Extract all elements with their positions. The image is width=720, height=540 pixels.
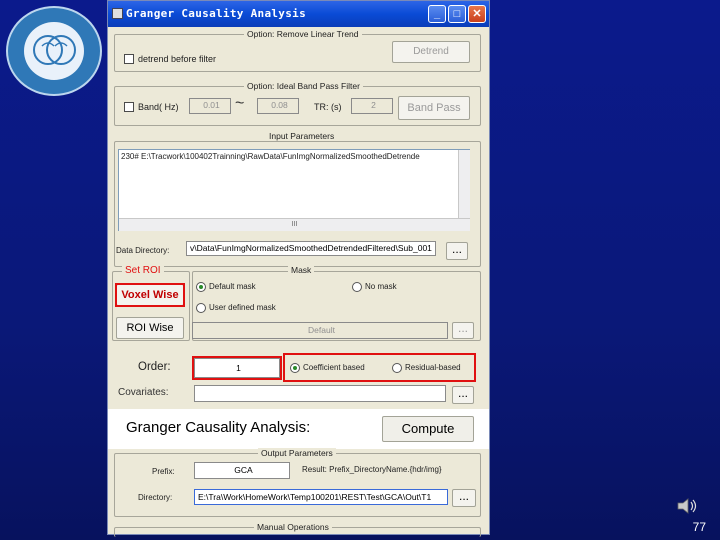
data-directory-browse-button[interactable]: ... <box>446 242 468 260</box>
band-checkbox[interactable] <box>124 102 134 112</box>
bandpass-panel-title: Option: Ideal Band Pass Filter <box>244 81 363 91</box>
user-mask-radio[interactable] <box>196 303 206 313</box>
output-directory-browse-button[interactable]: ... <box>452 489 476 507</box>
compute-title: Granger Causality Analysis: <box>126 419 311 436</box>
institution-logo <box>6 6 102 96</box>
data-directory-label: Data Directory: <box>116 246 170 255</box>
result-pattern-label: Result: Prefix_DirectoryName.{hdr/img} <box>302 465 442 474</box>
output-directory-label: Directory: <box>138 493 173 502</box>
order-highlight <box>192 356 282 380</box>
default-mask-label: Default mask <box>209 282 256 291</box>
output-panel <box>114 453 481 517</box>
window-title: Granger Causality Analysis <box>126 7 306 20</box>
title-bar[interactable]: Granger Causality Analysis _ □ ✕ <box>108 1 489 27</box>
detrend-button[interactable]: Detrend <box>392 41 470 63</box>
set-roi-title: Set ROI <box>122 265 164 276</box>
band-low-input[interactable]: 0.01 <box>189 98 231 114</box>
tr-input[interactable]: 2 <box>351 98 393 114</box>
covariates-browse-button[interactable]: ... <box>452 386 474 404</box>
covariates-input[interactable] <box>194 385 446 402</box>
speaker-icon[interactable] <box>676 496 698 516</box>
default-mask-radio[interactable] <box>196 282 206 292</box>
user-mask-label: User defined mask <box>209 303 276 312</box>
data-directory-input[interactable]: v\Data\FunImgNormalizedSmoothedDetrended… <box>186 241 436 256</box>
bandpass-button[interactable]: Band Pass <box>398 96 470 120</box>
compute-button[interactable]: Compute <box>382 416 474 442</box>
order-label: Order: <box>138 361 171 373</box>
vertical-scrollbar[interactable] <box>458 150 470 218</box>
order-method-highlight <box>283 353 476 382</box>
roi-wise-button[interactable]: ROI Wise <box>116 317 184 339</box>
manual-panel-title: Manual Operations <box>254 522 332 532</box>
no-mask-label: No mask <box>365 282 397 291</box>
app-icon <box>112 8 123 19</box>
detrend-panel-title: Option: Remove Linear Trend <box>244 29 362 39</box>
compute-bar: Granger Causality Analysis: Compute <box>108 409 489 449</box>
detrend-checkbox[interactable] <box>124 54 134 64</box>
mask-panel-title: Mask <box>288 265 315 275</box>
maximize-button[interactable]: □ <box>448 5 466 23</box>
minimize-button[interactable]: _ <box>428 5 446 23</box>
band-checkbox-label: Band( Hz) <box>138 102 179 112</box>
voxel-wise-highlight <box>115 283 185 307</box>
mask-browse-button[interactable]: ... <box>452 322 474 339</box>
subject-list[interactable]: 230# E:\Tracwork\100402Trainning\RawData… <box>118 149 470 231</box>
input-panel-title: Input Parameters <box>266 131 338 141</box>
gca-window: Granger Causality Analysis _ □ ✕ Option:… <box>107 0 490 537</box>
band-range-tilde: ~ <box>235 95 245 112</box>
brain-heads-icon <box>24 22 84 80</box>
mask-file-input[interactable]: Default <box>192 322 448 339</box>
close-button[interactable]: ✕ <box>468 5 486 23</box>
tr-label: TR: (s) <box>314 102 342 112</box>
prefix-label: Prefix: <box>152 467 175 476</box>
prefix-input[interactable]: GCA <box>194 462 290 479</box>
subject-list-item[interactable]: 230# E:\Tracwork\100402Trainning\RawData… <box>121 152 457 164</box>
horizontal-scrollbar[interactable]: III <box>119 218 470 231</box>
output-panel-title: Output Parameters <box>258 448 336 458</box>
detrend-checkbox-label: detrend before filter <box>138 54 217 64</box>
no-mask-radio[interactable] <box>352 282 362 292</box>
covariates-label: Covariates: <box>118 387 169 398</box>
band-high-input[interactable]: 0.08 <box>257 98 299 114</box>
output-directory-input[interactable]: E:\Tra\Work\HomeWork\Temp100201\REST\Tes… <box>194 489 448 505</box>
slide-page-number: 77 <box>692 520 706 534</box>
